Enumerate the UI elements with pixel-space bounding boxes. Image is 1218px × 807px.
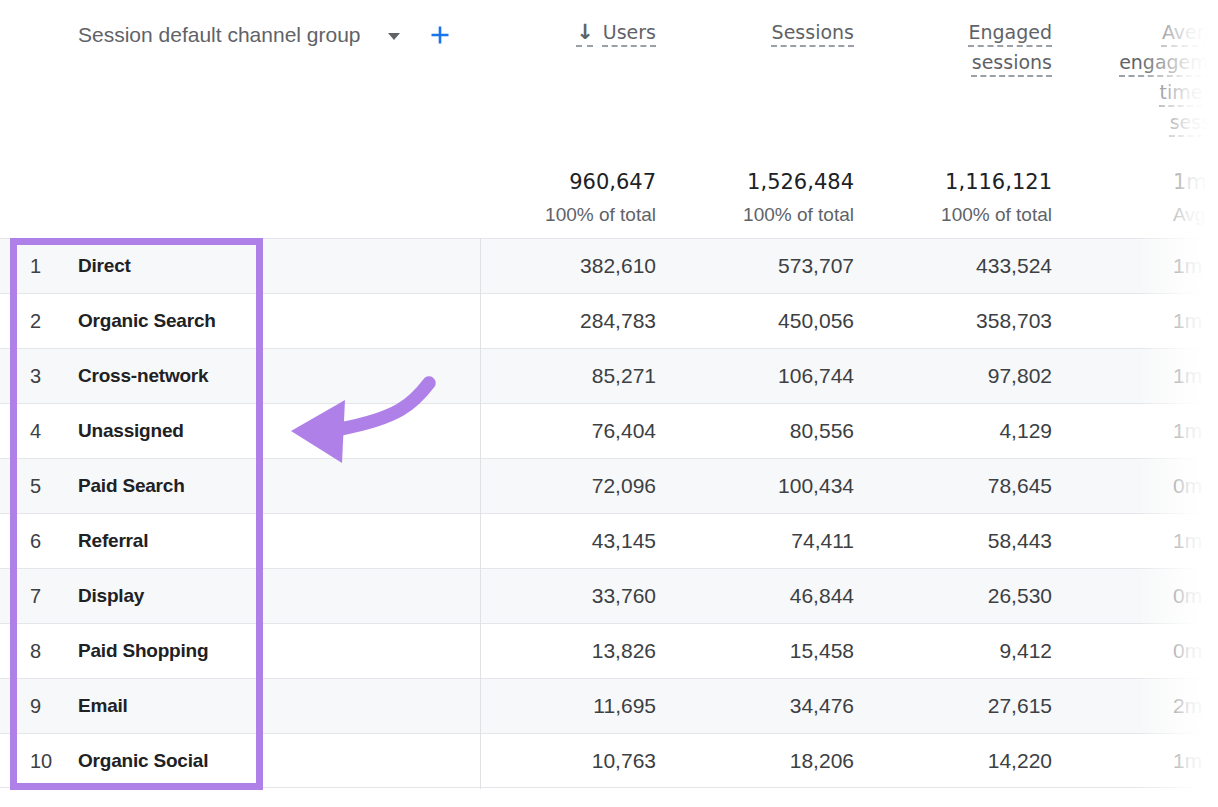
right-edge-fade — [1138, 0, 1218, 807]
table-row: 2 Organic Search 284,783 450,056 358,703… — [0, 293, 1218, 348]
row-engaged-value: 27,615 — [896, 679, 1052, 734]
row-rank: 4 — [30, 404, 70, 459]
row-sessions-value: 80,556 — [698, 404, 854, 459]
table-row: 1 Direct 382,610 573,707 433,524 1m — [0, 238, 1218, 293]
table-row: 10 Organic Social 10,763 18,206 14,220 1… — [0, 733, 1218, 788]
row-engaged-value: 14,220 — [896, 734, 1052, 789]
row-channel-name: Direct — [78, 239, 338, 294]
row-channel-name: Organic Social — [78, 734, 338, 789]
row-sessions-value: 450,056 — [698, 294, 854, 349]
row-sessions-value: 100,434 — [698, 459, 854, 514]
row-engaged-value: 78,645 — [896, 459, 1052, 514]
total-sessions: 1,526,484 100% of total — [704, 165, 854, 230]
row-channel-name: Unassigned — [78, 404, 338, 459]
row-users-value: 72,096 — [500, 459, 656, 514]
table-row: 8 Paid Shopping 13,826 15,458 9,412 0m — [0, 623, 1218, 678]
total-users: 960,647 100% of total — [506, 165, 656, 230]
row-engaged-value: 358,703 — [896, 294, 1052, 349]
row-users-value: 284,783 — [500, 294, 656, 349]
table-row: 5 Paid Search 72,096 100,434 78,645 0m — [0, 458, 1218, 513]
row-rank: 6 — [30, 514, 70, 569]
sort-desc-icon: ↓ — [576, 20, 594, 44]
row-channel-name: Referral — [78, 514, 338, 569]
row-sessions-value: 106,744 — [698, 349, 854, 404]
row-users-value: 76,404 — [500, 404, 656, 459]
row-channel-name: Paid Shopping — [78, 624, 338, 679]
row-engaged-value: 26,530 — [896, 569, 1052, 624]
row-rank: 2 — [30, 294, 70, 349]
row-sessions-value: 46,844 — [698, 569, 854, 624]
row-rank: 10 — [30, 734, 70, 789]
column-header-users[interactable]: ↓Users — [506, 17, 656, 47]
row-rank: 8 — [30, 624, 70, 679]
row-rank: 5 — [30, 459, 70, 514]
row-users-value: 33,760 — [500, 569, 656, 624]
dimension-header: Session default channel group — [78, 22, 452, 47]
row-engaged-value: 433,524 — [896, 239, 1052, 294]
analytics-channel-table: Session default channel group ↓Users Ses… — [0, 0, 1218, 807]
row-engaged-value: 4,129 — [896, 404, 1052, 459]
row-engaged-value: 58,443 — [896, 514, 1052, 569]
plus-icon[interactable] — [428, 23, 452, 47]
row-rank: 3 — [30, 349, 70, 404]
row-channel-name: Email — [78, 679, 338, 734]
table-row: 4 Unassigned 76,404 80,556 4,129 1m — [0, 403, 1218, 458]
table-row: 9 Email 11,695 34,476 27,615 2m — [0, 678, 1218, 733]
row-sessions-value: 74,411 — [698, 514, 854, 569]
row-channel-name: Display — [78, 569, 338, 624]
total-engaged-sessions: 1,116,121 100% of total — [902, 165, 1052, 230]
row-users-value: 13,826 — [500, 624, 656, 679]
chevron-down-icon[interactable] — [388, 33, 400, 40]
column-header-engaged-sessions[interactable]: Engaged sessions — [942, 17, 1052, 77]
column-header-sessions[interactable]: Sessions — [704, 17, 854, 47]
row-users-value: 11,695 — [500, 679, 656, 734]
row-users-value: 85,271 — [500, 349, 656, 404]
row-rank: 9 — [30, 679, 70, 734]
row-engaged-value: 97,802 — [896, 349, 1052, 404]
row-rank: 7 — [30, 569, 70, 624]
row-sessions-value: 15,458 — [698, 624, 854, 679]
row-engaged-value: 9,412 — [896, 624, 1052, 679]
row-sessions-value: 573,707 — [698, 239, 854, 294]
table-row: 7 Display 33,760 46,844 26,530 0m — [0, 568, 1218, 623]
row-users-value: 43,145 — [500, 514, 656, 569]
row-users-value: 382,610 — [500, 239, 656, 294]
row-sessions-value: 18,206 — [698, 734, 854, 789]
dimension-dropdown[interactable]: Session default channel group — [78, 23, 361, 47]
row-channel-name: Paid Search — [78, 459, 338, 514]
row-channel-name: Cross-network — [78, 349, 338, 404]
column-divider — [480, 238, 481, 789]
row-channel-name: Organic Search — [78, 294, 338, 349]
row-sessions-value: 34,476 — [698, 679, 854, 734]
table-row: 6 Referral 43,145 74,411 58,443 1m — [0, 513, 1218, 568]
row-rank: 1 — [30, 239, 70, 294]
row-users-value: 10,763 — [500, 734, 656, 789]
table-row: 3 Cross-network 85,271 106,744 97,802 1m — [0, 348, 1218, 403]
table-body: 1 Direct 382,610 573,707 433,524 1m 2 Or… — [0, 238, 1218, 788]
